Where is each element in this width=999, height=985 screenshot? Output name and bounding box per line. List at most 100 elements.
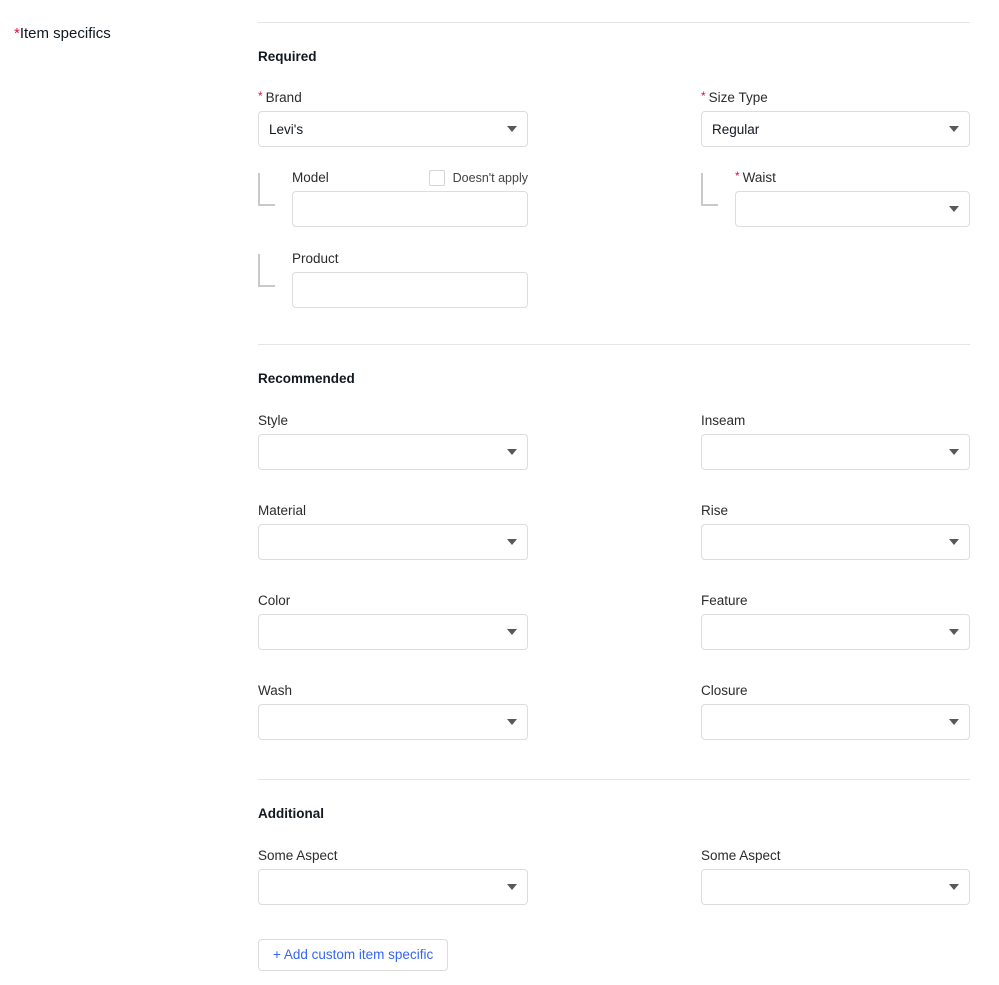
field-color: Color bbox=[258, 592, 528, 650]
field-feature: Feature bbox=[701, 592, 970, 650]
rail-label-text: Item specifics bbox=[19, 25, 111, 42]
field-label-text-size-type: Size Type bbox=[708, 90, 768, 105]
color-dropdown[interactable] bbox=[258, 614, 528, 650]
section-required: Required * Brand Levi's * Size Type Regu… bbox=[258, 48, 970, 308]
field-label-some-aspect-left: Some Aspect bbox=[258, 847, 528, 864]
size-type-dropdown[interactable]: Regular bbox=[701, 111, 970, 147]
item-specifics-content: Required * Brand Levi's * Size Type Regu… bbox=[258, 0, 970, 971]
field-inseam: Inseam bbox=[701, 412, 970, 470]
field-some-aspect-left: Some Aspect bbox=[258, 847, 528, 905]
field-label-some-aspect-right: Some Aspect bbox=[701, 847, 970, 864]
field-label-text-color: Color bbox=[258, 593, 291, 608]
chevron-down-icon bbox=[507, 449, 517, 455]
style-dropdown[interactable] bbox=[258, 434, 528, 470]
field-style: Style bbox=[258, 412, 528, 470]
chevron-down-icon bbox=[507, 884, 517, 890]
chevron-down-icon bbox=[507, 719, 517, 725]
required-asterisk-size-type: * bbox=[701, 89, 706, 103]
field-label-waist: * Waist bbox=[735, 169, 970, 186]
field-label-color: Color bbox=[258, 592, 528, 609]
required-asterisk-waist: * bbox=[735, 169, 740, 183]
field-wash: Wash bbox=[258, 682, 528, 740]
chevron-down-icon bbox=[507, 126, 517, 132]
field-label-text-brand: Brand bbox=[265, 90, 302, 105]
doesnt-apply-model[interactable]: Doesn't apply bbox=[428, 169, 528, 186]
field-label-text-closure: Closure bbox=[701, 683, 748, 698]
brand-dropdown[interactable]: Levi's bbox=[258, 111, 528, 147]
some-aspect-right-dropdown[interactable] bbox=[701, 869, 970, 905]
chevron-down-icon bbox=[949, 539, 959, 545]
checkbox-icon[interactable] bbox=[428, 169, 445, 186]
field-some-aspect-right: Some Aspect bbox=[701, 847, 970, 905]
field-brand: * Brand Levi's bbox=[258, 89, 528, 147]
field-label-text-product: Product bbox=[292, 251, 339, 266]
sub-field-bracket-icon bbox=[258, 173, 275, 206]
chevron-down-icon bbox=[507, 629, 517, 635]
field-label-rise: Rise bbox=[701, 502, 970, 519]
wash-dropdown[interactable] bbox=[258, 704, 528, 740]
field-closure: Closure bbox=[701, 682, 970, 740]
field-label-product: Product bbox=[292, 250, 528, 267]
section-additional: Additional Some Aspect Some Aspect + Add… bbox=[258, 805, 970, 971]
field-label-style: Style bbox=[258, 412, 528, 429]
chevron-down-icon bbox=[949, 449, 959, 455]
field-label-text-model: Model bbox=[292, 170, 329, 185]
product-input-wrap[interactable] bbox=[292, 272, 528, 308]
material-dropdown[interactable] bbox=[258, 524, 528, 560]
closure-dropdown[interactable] bbox=[701, 704, 970, 740]
field-label-row-model: Model Doesn't apply bbox=[292, 169, 528, 186]
brand-dropdown-value: Levi's bbox=[269, 121, 304, 137]
field-label-text-style: Style bbox=[258, 413, 289, 428]
field-label-wash: Wash bbox=[258, 682, 528, 699]
chevron-down-icon bbox=[949, 126, 959, 132]
divider-recommended bbox=[258, 344, 970, 345]
chevron-down-icon bbox=[949, 884, 959, 890]
inseam-dropdown[interactable] bbox=[701, 434, 970, 470]
field-size-type: * Size Type Regular bbox=[701, 89, 970, 147]
some-aspect-left-dropdown[interactable] bbox=[258, 869, 528, 905]
waist-dropdown[interactable] bbox=[735, 191, 970, 227]
field-label-brand: * Brand bbox=[258, 89, 528, 106]
section-title-recommended: Recommended bbox=[258, 371, 355, 386]
field-label-feature: Feature bbox=[701, 592, 970, 609]
item-specifics-page: *Item specifics Required * Brand Levi's bbox=[0, 0, 999, 985]
field-product: Product bbox=[258, 250, 528, 308]
required-asterisk-brand: * bbox=[258, 89, 263, 103]
rise-dropdown[interactable] bbox=[701, 524, 970, 560]
chevron-down-icon bbox=[949, 206, 959, 212]
field-model: Model Doesn't apply bbox=[258, 169, 528, 227]
field-label-closure: Closure bbox=[701, 682, 970, 699]
field-waist: * Waist bbox=[701, 169, 970, 227]
field-label-text-some-aspect-left: Some Aspect bbox=[258, 848, 338, 863]
section-title-additional: Additional bbox=[258, 806, 324, 821]
size-type-dropdown-value: Regular bbox=[712, 121, 760, 137]
field-spacer bbox=[701, 250, 970, 308]
field-label-text-waist: Waist bbox=[742, 170, 776, 185]
divider-additional bbox=[258, 779, 970, 780]
field-label-text-material: Material bbox=[258, 503, 307, 518]
feature-dropdown[interactable] bbox=[701, 614, 970, 650]
field-label-model: Model bbox=[292, 169, 329, 186]
item-specifics-rail-label: *Item specifics bbox=[14, 24, 111, 43]
sub-field-bracket-icon bbox=[258, 254, 275, 287]
field-label-text-wash: Wash bbox=[258, 683, 293, 698]
chevron-down-icon bbox=[949, 629, 959, 635]
field-label-text-rise: Rise bbox=[701, 503, 729, 518]
field-label-text-some-aspect-right: Some Aspect bbox=[701, 848, 781, 863]
chevron-down-icon bbox=[507, 539, 517, 545]
field-label-material: Material bbox=[258, 502, 528, 519]
add-custom-item-specific-button[interactable]: + Add custom item specific bbox=[258, 939, 449, 971]
field-rise: Rise bbox=[701, 502, 970, 560]
field-label-text-inseam: Inseam bbox=[701, 413, 746, 428]
field-material: Material bbox=[258, 502, 528, 560]
section-recommended: Recommended Style Inseam Material Rise C… bbox=[258, 370, 970, 740]
field-label-size-type: * Size Type bbox=[701, 89, 970, 106]
divider-top bbox=[258, 22, 970, 23]
field-label-text-feature: Feature bbox=[701, 593, 748, 608]
section-title-required: Required bbox=[258, 49, 317, 64]
doesnt-apply-label-model: Doesn't apply bbox=[452, 170, 528, 185]
field-label-inseam: Inseam bbox=[701, 412, 970, 429]
sub-field-bracket-icon bbox=[701, 173, 718, 206]
model-input-wrap[interactable] bbox=[292, 191, 528, 227]
chevron-down-icon bbox=[949, 719, 959, 725]
